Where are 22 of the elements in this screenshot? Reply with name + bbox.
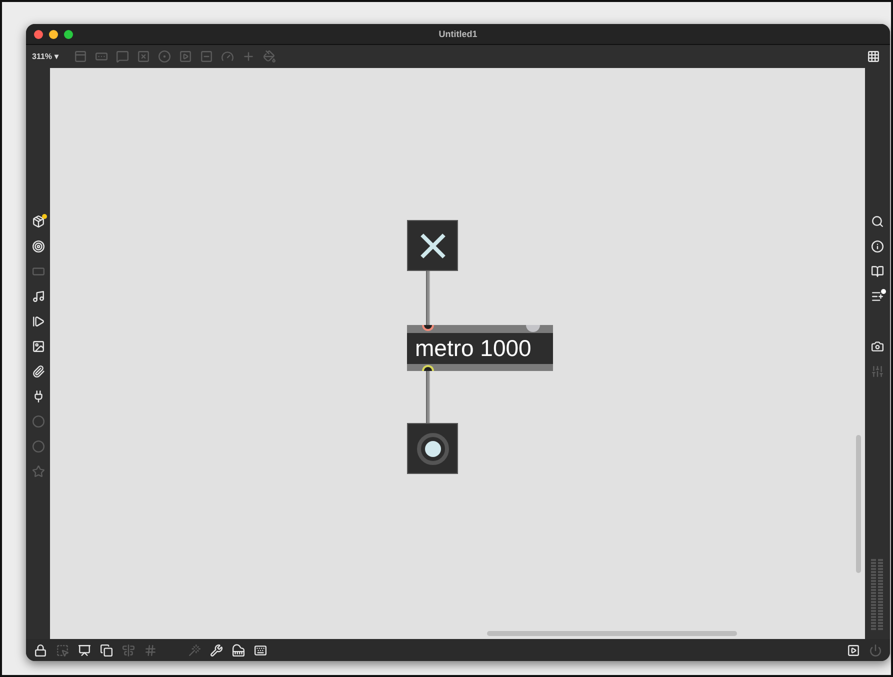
windows-icon[interactable]	[98, 642, 115, 658]
book-icon[interactable]	[869, 263, 886, 280]
window-title: Untitled1	[438, 29, 478, 39]
zoom-button[interactable]	[64, 30, 73, 38]
patch-cord	[426, 270, 430, 326]
vertical-scrollbar[interactable]	[856, 435, 861, 573]
zoom-menu[interactable]: 311% ▾	[32, 52, 58, 61]
close-button[interactable]	[34, 30, 43, 38]
horizontal-scrollbar[interactable]	[487, 631, 737, 636]
button-object[interactable]	[407, 423, 458, 474]
cross-icon	[418, 232, 446, 260]
piano-icon[interactable]	[230, 642, 247, 658]
grid-icon[interactable]	[865, 48, 882, 65]
info-icon[interactable]	[869, 238, 886, 255]
search-icon[interactable]	[869, 213, 886, 230]
wrench-icon[interactable]	[208, 642, 225, 658]
target-icon[interactable]	[30, 238, 46, 255]
metro-object[interactable]: metro 1000	[407, 325, 553, 371]
minimize-button[interactable]	[49, 30, 58, 38]
lock-icon[interactable]	[32, 642, 49, 658]
toggle-object[interactable]	[407, 220, 458, 271]
patch-cord	[426, 370, 430, 424]
